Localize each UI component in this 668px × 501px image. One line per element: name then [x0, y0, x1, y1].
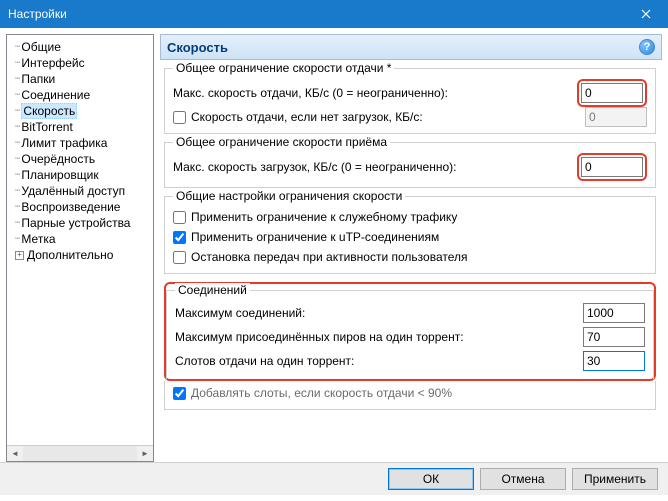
- tree-item-label: Скорость: [21, 103, 77, 119]
- conn-max-label: Максимум соединений:: [175, 306, 577, 320]
- download-max-label: Макс. скорость загрузок, КБ/с (0 = неогр…: [173, 160, 571, 174]
- tree-branch-icon: ⋯: [15, 90, 19, 100]
- upload-max-label: Макс. скорость отдачи, КБ/с (0 = неогран…: [173, 86, 571, 100]
- download-limit-group: Общее ограничение скорости приёма Макс. …: [164, 142, 656, 188]
- tree-branch-icon: ⋯: [15, 234, 19, 244]
- tree-item-label: Воспроизведение: [21, 200, 120, 214]
- tree-h-scrollbar[interactable]: ◄ ►: [7, 445, 153, 461]
- scroll-track[interactable]: [23, 446, 137, 461]
- rate-overhead-row[interactable]: Применить ограничение к служебному трафи…: [173, 207, 647, 227]
- window-title: Настройки: [8, 7, 67, 21]
- scroll-left-icon[interactable]: ◄: [7, 446, 23, 461]
- tree-branch-icon: ⋯: [15, 138, 19, 148]
- rate-useractivity-label: Остановка передач при активности пользов…: [191, 250, 468, 264]
- upload-alt-checkbox[interactable]: [173, 111, 186, 124]
- tree-item-label: BitTorrent: [21, 120, 72, 134]
- tree-item[interactable]: ⋯Воспроизведение: [11, 199, 153, 215]
- tree-item-label: Дополнительно: [27, 248, 113, 262]
- tree-item[interactable]: ⋯Папки: [11, 71, 153, 87]
- tree-item-label: Соединение: [21, 88, 90, 102]
- rate-legend: Общие настройки ограничения скорости: [173, 189, 405, 203]
- tree-item[interactable]: ⋯Интерфейс: [11, 55, 153, 71]
- conn-slots-label: Слотов отдачи на один торрент:: [175, 354, 577, 368]
- upload-legend: Общее ограничение скорости отдачи *: [173, 61, 394, 75]
- rate-overhead-label: Применить ограничение к служебному трафи…: [191, 210, 457, 224]
- page-title: Скорость: [167, 40, 228, 55]
- tree-item-label: Общие: [21, 40, 60, 54]
- tree-item-label: Удалённый доступ: [21, 184, 125, 198]
- ok-button[interactable]: ОК: [388, 468, 474, 490]
- tree-item[interactable]: ⋯Удалённый доступ: [11, 183, 153, 199]
- conn-legend: Соединений: [175, 283, 250, 297]
- tree-item[interactable]: ⋯Метка: [11, 231, 153, 247]
- connections-group-tail: Добавлять слоты, если скорость отдачи < …: [164, 381, 656, 410]
- tree-item[interactable]: ⋯Лимит трафика: [11, 135, 153, 151]
- tree-item-label: Интерфейс: [21, 56, 84, 70]
- tree-item-label: Планировщик: [21, 168, 98, 182]
- connections-group: Соединений Максимум соединений: Максимум…: [166, 290, 654, 379]
- upload-limit-group: Общее ограничение скорости отдачи * Макс…: [164, 68, 656, 134]
- help-icon[interactable]: ?: [639, 39, 655, 55]
- rate-utp-label: Применить ограничение к uTP-соединениям: [191, 230, 439, 244]
- rate-useractivity-row[interactable]: Остановка передач при активности пользов…: [173, 247, 647, 267]
- page-header: Скорость ?: [160, 34, 662, 60]
- tree-branch-icon: ⋯: [15, 154, 19, 164]
- upload-alt-label: Скорость отдачи, если нет загрузок, КБ/с…: [191, 110, 580, 124]
- tree-branch-icon: ⋯: [15, 122, 19, 132]
- scroll-right-icon[interactable]: ►: [137, 446, 153, 461]
- tree-item-label: Лимит трафика: [21, 136, 107, 150]
- tree-item[interactable]: ⋯Планировщик: [11, 167, 153, 183]
- tree-item[interactable]: ⋯BitTorrent: [11, 119, 153, 135]
- tree-branch-icon: ⋯: [15, 58, 19, 68]
- nav-tree: ⋯Общие⋯Интерфейс⋯Папки⋯Соединение⋯Скорос…: [6, 34, 154, 462]
- tree-item[interactable]: ⋯Общие: [11, 39, 153, 55]
- tree-item-label: Очерёдность: [21, 152, 95, 166]
- conn-addslots-row[interactable]: Добавлять слоты, если скорость отдачи < …: [173, 383, 647, 403]
- tree-branch-icon: ⋯: [15, 186, 19, 196]
- rate-overhead-checkbox[interactable]: [173, 211, 186, 224]
- tree-branch-icon: ⋯: [15, 218, 19, 228]
- cancel-button[interactable]: Отмена: [480, 468, 566, 490]
- tree-expand-icon[interactable]: +: [15, 251, 24, 260]
- tree-branch-icon: ⋯: [15, 42, 19, 52]
- tree-branch-icon: ⋯: [15, 170, 19, 180]
- tree-item-label: Парные устройства: [21, 216, 130, 230]
- download-max-input[interactable]: [581, 157, 643, 177]
- tree-item[interactable]: +Дополнительно: [11, 247, 153, 263]
- tree-branch-icon: ⋯: [15, 106, 19, 116]
- rate-utp-checkbox[interactable]: [173, 231, 186, 244]
- conn-peers-input[interactable]: [583, 327, 645, 347]
- tree-item[interactable]: ⋯Парные устройства: [11, 215, 153, 231]
- close-button[interactable]: [624, 0, 668, 28]
- conn-addslots-checkbox[interactable]: [173, 387, 186, 400]
- upload-max-input[interactable]: [581, 83, 643, 103]
- tree-item[interactable]: ⋯Скорость: [11, 103, 153, 119]
- tree-item-label: Метка: [21, 232, 55, 246]
- conn-addslots-label: Добавлять слоты, если скорость отдачи < …: [191, 386, 452, 400]
- conn-slots-input[interactable]: [583, 351, 645, 371]
- conn-peers-label: Максимум присоединённых пиров на один то…: [175, 330, 577, 344]
- tree-item-label: Папки: [21, 72, 55, 86]
- dialog-footer: ОК Отмена Применить: [0, 462, 668, 495]
- apply-button[interactable]: Применить: [572, 468, 658, 490]
- download-legend: Общее ограничение скорости приёма: [173, 135, 390, 149]
- rate-utp-row[interactable]: Применить ограничение к uTP-соединениям: [173, 227, 647, 247]
- tree-branch-icon: ⋯: [15, 74, 19, 84]
- tree-item[interactable]: ⋯Соединение: [11, 87, 153, 103]
- titlebar: Настройки: [0, 0, 668, 28]
- conn-max-input[interactable]: [583, 303, 645, 323]
- rate-settings-group: Общие настройки ограничения скорости При…: [164, 196, 656, 274]
- tree-branch-icon: ⋯: [15, 202, 19, 212]
- upload-alt-input: [585, 107, 647, 127]
- rate-useractivity-checkbox[interactable]: [173, 251, 186, 264]
- tree-item[interactable]: ⋯Очерёдность: [11, 151, 153, 167]
